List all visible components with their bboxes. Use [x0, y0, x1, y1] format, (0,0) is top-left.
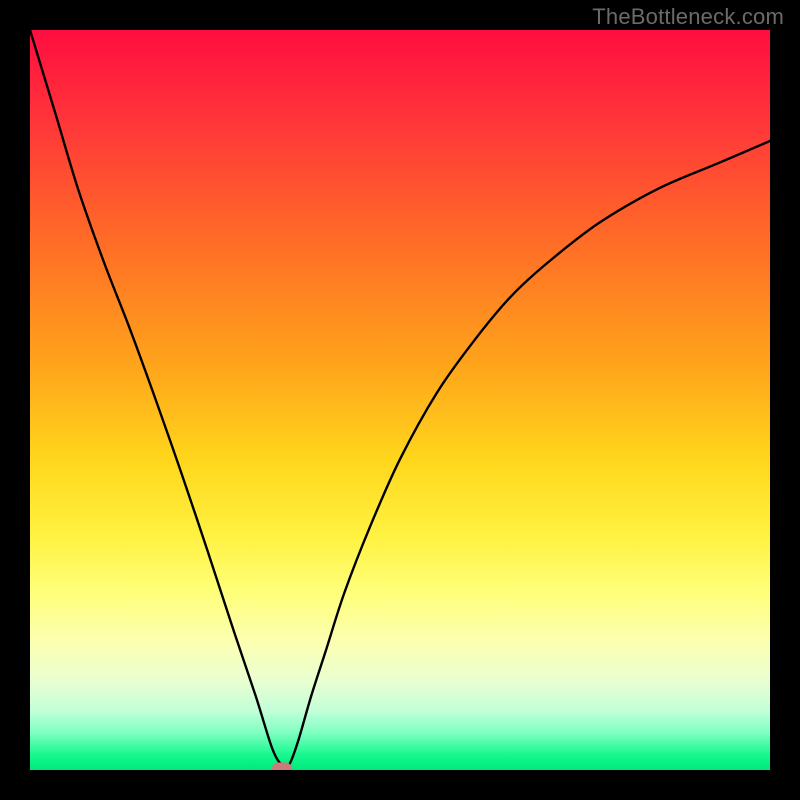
watermark-label: TheBottleneck.com	[592, 4, 784, 30]
plot-area	[30, 30, 770, 770]
chart-frame: TheBottleneck.com	[0, 0, 800, 800]
bottleneck-curve	[30, 30, 770, 770]
optimal-point-marker	[272, 762, 292, 770]
